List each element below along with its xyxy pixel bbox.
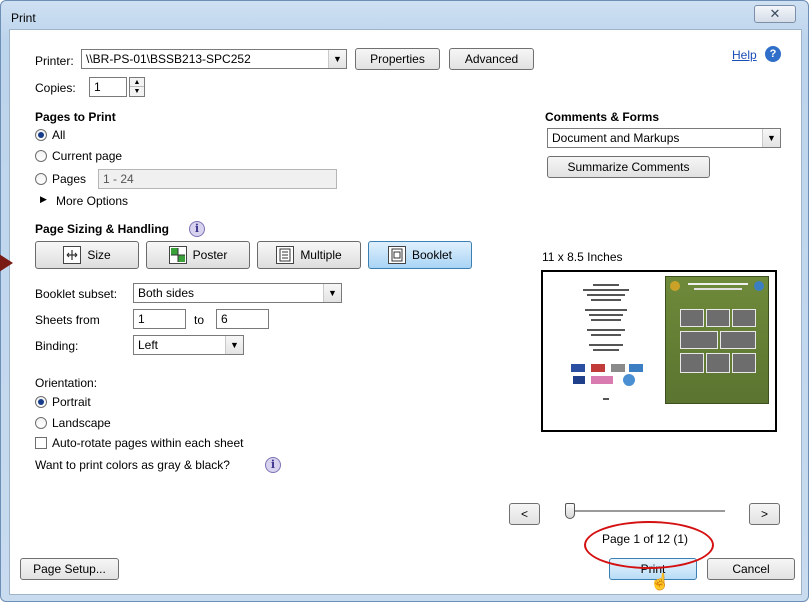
radio-all-label: All [52,128,66,142]
info-icon[interactable]: i [265,457,281,473]
radio-portrait-label: Portrait [52,395,91,409]
properties-button[interactable]: Properties [355,48,440,70]
gray-print-label: Want to print colors as gray & black? [35,458,230,472]
printer-label: Printer: [35,54,74,68]
previous-page-button[interactable]: < [509,503,540,525]
binding-value: Left [138,338,159,352]
triangle-right-icon[interactable]: ▶ [40,194,47,205]
autorotate-label: Auto-rotate pages within each sheet [52,436,244,450]
stepper-down-icon[interactable]: ▼ [130,87,144,96]
print-highlight-ellipse [584,521,714,569]
orientation-heading: Orientation: [35,376,98,390]
booklet-button[interactable]: Booklet [368,241,472,269]
summarize-comments-button[interactable]: Summarize Comments [547,156,710,178]
sheets-to-input[interactable]: 6 [216,309,269,329]
more-options-toggle[interactable]: More Options [56,194,128,208]
size-button[interactable]: Size [35,241,139,269]
info-icon[interactable]: i [189,221,205,237]
preview-left-page [551,276,661,406]
hand-cursor-icon: ☝ [650,574,670,591]
multiple-icon [276,246,295,264]
sheets-to-label: to [194,313,205,327]
radio-current-page[interactable] [35,150,47,162]
sheets-from-label: Sheets from [35,313,100,327]
booklet-subset-label: Booklet subset: [35,287,118,301]
copies-stepper[interactable]: ▲ ▼ [129,77,145,97]
dialog-title: Print [11,11,36,25]
radio-portrait[interactable] [35,396,47,408]
page-sizing-heading: Page Sizing & Handling [35,222,170,236]
poster-button[interactable]: Poster [146,241,250,269]
booklet-subset-select[interactable]: Both sides ▼ [133,283,342,303]
booklet-button-label: Booklet [411,248,453,262]
comments-forms-value: Document and Markups [552,131,680,145]
pointer-arrow-icon [0,254,13,272]
poster-button-label: Poster [192,248,228,262]
preview-right-page [665,276,769,404]
pages-to-print-heading: Pages to Print [35,110,116,124]
chevron-down-icon: ▼ [328,50,346,68]
chevron-down-icon: ▼ [323,284,341,302]
binding-select[interactable]: Left ▼ [133,335,244,355]
multiple-button-label: Multiple [300,248,342,262]
page-slider-thumb[interactable] [565,503,575,519]
page-slider-track[interactable] [570,510,725,512]
print-dialog: Print ✕ Printer: \\BR-PS-01\BSSB213-SPC2… [0,0,809,602]
binding-label: Binding: [35,339,79,353]
help-link[interactable]: Help [732,48,757,62]
print-preview [541,270,777,432]
close-button[interactable]: ✕ [754,5,796,23]
printer-value: \\BR-PS-01\BSSB213-SPC252 [86,52,251,66]
radio-landscape-label: Landscape [52,416,111,430]
chevron-down-icon: ▼ [762,129,780,147]
paper-size-label: 11 x 8.5 Inches [542,250,623,264]
autorotate-checkbox[interactable] [35,437,47,449]
radio-pages[interactable] [35,173,47,185]
poster-icon [168,246,187,264]
help-icon[interactable]: ? [765,46,781,62]
copies-label: Copies: [35,81,76,95]
size-button-label: Size [87,248,111,262]
pages-range-input[interactable]: 1 - 24 [98,169,337,189]
radio-all[interactable] [35,129,47,141]
advanced-button[interactable]: Advanced [449,48,534,70]
multiple-button[interactable]: Multiple [257,241,361,269]
chevron-down-icon: ▼ [225,336,243,354]
radio-current-page-label: Current page [52,149,123,163]
comments-forms-heading: Comments & Forms [545,110,660,124]
booklet-icon [387,246,406,264]
radio-pages-label: Pages [52,172,87,186]
printer-select[interactable]: \\BR-PS-01\BSSB213-SPC252 ▼ [81,49,347,69]
copies-input[interactable]: 1 [89,77,127,97]
radio-landscape[interactable] [35,417,47,429]
size-icon [63,246,82,264]
booklet-subset-value: Both sides [138,286,195,300]
stepper-up-icon[interactable]: ▲ [130,78,144,87]
cancel-button[interactable]: Cancel [707,558,795,580]
sheets-from-input[interactable]: 1 [133,309,186,329]
next-page-button[interactable]: > [749,503,780,525]
comments-forms-select[interactable]: Document and Markups ▼ [547,128,781,148]
dialog-body: Printer: \\BR-PS-01\BSSB213-SPC252 ▼ Pro… [9,29,802,595]
page-setup-button[interactable]: Page Setup... [20,558,119,580]
